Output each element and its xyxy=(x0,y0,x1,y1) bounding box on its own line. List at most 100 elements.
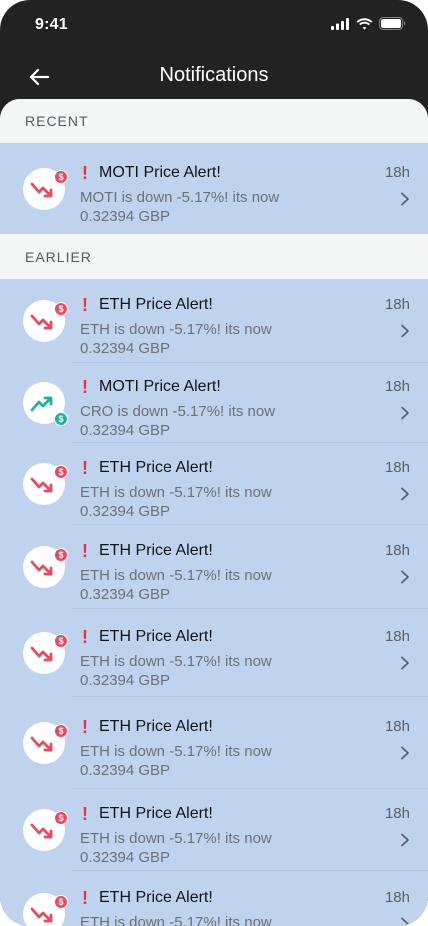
notification-time: 18h xyxy=(384,889,410,906)
notification-item[interactable]: $! MOTI Price Alert! CRO is down -5.17%! i… xyxy=(0,363,428,443)
notification-message: CRO is down -5.17%! its now xyxy=(80,403,276,420)
chevron-right-icon[interactable] xyxy=(398,192,412,206)
notification-message: ETH is down -5.17%! its now xyxy=(80,567,272,584)
notification-price: 0.32394 GBP xyxy=(80,672,171,689)
notification-price: 0.32394 GBP xyxy=(80,586,171,603)
trend-down-icon xyxy=(30,314,53,330)
notification-message: ETH is down -5.17%! its now xyxy=(80,743,272,760)
status-bar: 9:41 xyxy=(0,0,428,50)
trend-down-avatar: $ xyxy=(23,168,68,210)
notification-time: 18h xyxy=(384,459,410,476)
dollar-badge-icon: $ xyxy=(54,465,68,479)
notification-item[interactable]: $! ETH Price Alert! ETH is down -5.17%! it… xyxy=(0,279,428,363)
exclamation-icon: ! xyxy=(82,541,88,561)
notification-message: ETH is down -5.17%! its now xyxy=(80,321,272,338)
chevron-right-icon[interactable] xyxy=(398,570,412,584)
notification-time: 18h xyxy=(384,628,410,645)
notification-item[interactable]: $! ETH Price Alert! ETH is down -5.17%! it… xyxy=(0,525,428,609)
trend-down-avatar: $ xyxy=(23,463,68,505)
notification-title: ETH Price Alert! xyxy=(99,542,213,559)
notification-time: 18h xyxy=(384,805,410,822)
exclamation-icon: ! xyxy=(82,627,88,647)
notification-message: ETH is down -5.17%! its now xyxy=(80,653,272,670)
notification-title: MOTI Price Alert! xyxy=(99,378,221,395)
exclamation-icon: ! xyxy=(82,377,88,397)
trend-down-avatar: $ xyxy=(23,809,68,851)
chevron-right-icon[interactable] xyxy=(398,833,412,847)
notification-message: ETH is down -5.17%! its now xyxy=(80,830,272,847)
trend-down-icon xyxy=(30,823,53,839)
notification-item[interactable]: $! ETH Price Alert! ETH is down -5.17%! it… xyxy=(0,871,428,926)
exclamation-icon: ! xyxy=(82,804,88,824)
trend-down-icon xyxy=(30,182,53,198)
trend-down-avatar: $ xyxy=(23,632,68,674)
page-title: Notifications xyxy=(159,64,269,86)
exclamation-icon: ! xyxy=(82,458,88,478)
notification-price: 0.32394 GBP xyxy=(80,208,171,225)
header-bar: Notifications xyxy=(0,50,428,102)
notification-title: ETH Price Alert! xyxy=(99,889,213,906)
notifications-sheet[interactable]: RECENT $! MOTI Price Alert! MOTI is down -… xyxy=(0,99,428,926)
trend-down-icon xyxy=(30,560,53,576)
dollar-badge-icon: $ xyxy=(54,811,68,825)
notification-item[interactable]: $! ETH Price Alert! ETH is down -5.17%! it… xyxy=(0,697,428,789)
earlier-list: $! ETH Price Alert! ETH is down -5.17%! it… xyxy=(0,279,428,926)
notification-time: 18h xyxy=(384,296,410,313)
trend-up-icon xyxy=(30,396,53,412)
exclamation-icon: ! xyxy=(82,163,88,183)
trend-down-avatar: $ xyxy=(23,893,68,926)
exclamation-icon: ! xyxy=(82,888,88,908)
notification-item[interactable]: $! ETH Price Alert! ETH is down -5.17%! it… xyxy=(0,789,428,871)
dollar-badge-icon: $ xyxy=(54,302,68,316)
dollar-badge-icon: $ xyxy=(54,170,68,184)
dollar-badge-icon: $ xyxy=(54,548,68,562)
notification-title: ETH Price Alert! xyxy=(99,718,213,735)
trend-down-avatar: $ xyxy=(23,300,68,342)
trend-down-icon xyxy=(30,477,53,493)
trend-up-avatar: $ xyxy=(23,382,68,426)
status-time: 9:41 xyxy=(35,16,68,33)
battery-icon xyxy=(379,17,406,30)
section-header-recent: RECENT xyxy=(0,99,428,143)
phone-screen: 9:41 Notifications RECENT $ ! MOTI Price… xyxy=(0,0,428,926)
notification-title: ETH Price Alert! xyxy=(99,296,213,313)
trend-down-avatar: $ xyxy=(23,722,68,764)
notification-item[interactable]: $! MOTI Price Alert! MOTI is down -5.17%! … xyxy=(0,143,428,234)
notification-price: 0.32394 GBP xyxy=(80,340,171,357)
notification-time: 18h xyxy=(384,164,410,181)
exclamation-icon: ! xyxy=(82,295,88,315)
status-icons xyxy=(331,17,406,30)
chevron-right-icon[interactable] xyxy=(398,487,412,501)
chevron-right-icon[interactable] xyxy=(398,406,412,420)
notification-price: 0.32394 GBP xyxy=(80,422,171,439)
notification-time: 18h xyxy=(384,542,410,559)
notification-message: ETH is down -5.17%! its now xyxy=(80,914,272,926)
dollar-badge-icon: $ xyxy=(54,895,68,909)
recent-list: $! MOTI Price Alert! MOTI is down -5.17%! … xyxy=(0,143,428,234)
trend-down-icon xyxy=(30,646,53,662)
notification-time: 18h xyxy=(384,378,410,395)
chevron-right-icon[interactable] xyxy=(398,656,412,670)
notification-title: ETH Price Alert! xyxy=(99,805,213,822)
chevron-right-icon[interactable] xyxy=(398,746,412,760)
notification-title: ETH Price Alert! xyxy=(99,459,213,476)
notification-time: 18h xyxy=(384,718,410,735)
notification-price: 0.32394 GBP xyxy=(80,762,171,779)
notification-message: ETH is down -5.17%! its now xyxy=(80,484,272,501)
signal-icon xyxy=(331,17,349,30)
notification-item[interactable]: $! ETH Price Alert! ETH is down -5.17%! it… xyxy=(0,443,428,525)
notification-price: 0.32394 GBP xyxy=(80,849,171,866)
trend-down-icon xyxy=(30,907,53,923)
dollar-badge-icon: $ xyxy=(54,724,68,738)
notification-item[interactable]: $! ETH Price Alert! ETH is down -5.17%! it… xyxy=(0,609,428,697)
notification-message: MOTI is down -5.17%! its now xyxy=(80,189,280,206)
trend-down-avatar: $ xyxy=(23,546,68,588)
chevron-right-icon[interactable] xyxy=(398,917,412,926)
notification-price: 0.32394 GBP xyxy=(80,503,171,520)
trend-down-icon xyxy=(30,736,53,752)
chevron-right-icon[interactable] xyxy=(398,324,412,338)
dollar-badge-icon: $ xyxy=(54,634,68,648)
notification-title: MOTI Price Alert! xyxy=(99,164,221,181)
section-header-earlier: EARLIER xyxy=(0,234,428,279)
exclamation-icon: ! xyxy=(82,717,88,737)
